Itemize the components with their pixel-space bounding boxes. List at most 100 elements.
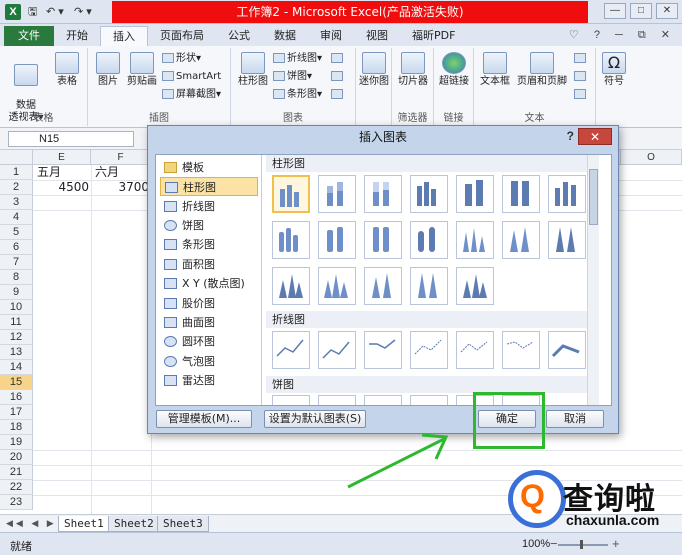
chart-type-surface[interactable]: 曲面图 — [160, 313, 258, 332]
table-button[interactable]: 表格 — [50, 52, 84, 88]
zoom-in-button[interactable]: + — [612, 536, 620, 551]
sheet-tab-1[interactable]: Sheet1 — [58, 516, 110, 532]
3d-cylinder-thumb[interactable] — [410, 221, 448, 259]
chart-type-bar[interactable]: 条形图 — [160, 235, 258, 254]
clipart-button[interactable]: 剪贴画 — [124, 52, 160, 88]
sparkline-button[interactable]: 迷你图 — [358, 52, 390, 88]
hyperlink-button[interactable]: 超链接 — [436, 52, 472, 88]
zoom-slider-thumb[interactable] — [580, 540, 583, 549]
row-header[interactable]: 2 — [0, 180, 33, 195]
tab-file[interactable]: 文件 — [4, 26, 54, 46]
column-header-o[interactable]: O — [621, 150, 682, 165]
3d-clustered-column-thumb[interactable] — [410, 175, 448, 213]
row-header[interactable]: 19 — [0, 435, 33, 450]
tab-foxit-pdf[interactable]: 福昕PDF — [400, 26, 467, 46]
tab-insert[interactable]: 插入 — [100, 26, 148, 46]
3d-cone-thumb[interactable] — [272, 267, 310, 305]
column-header-f[interactable]: F — [91, 150, 151, 165]
row-header[interactable]: 10 — [0, 300, 33, 315]
pie-thumb[interactable] — [272, 395, 310, 405]
bar-chart-button[interactable]: 条形图▾ — [273, 88, 322, 102]
sheet-tab-2[interactable]: Sheet2 — [108, 516, 160, 532]
dialog-close-button[interactable]: ✕ — [578, 128, 612, 145]
gallery-scrollbar[interactable] — [587, 155, 599, 405]
line-thumb[interactable] — [272, 331, 310, 369]
maximize-button[interactable]: □ — [630, 3, 652, 19]
area-chart-button[interactable] — [331, 52, 345, 66]
undo-button[interactable]: ↶ ▾ — [46, 4, 64, 20]
row-header[interactable]: 4 — [0, 210, 33, 225]
zoom-out-button[interactable]: − — [550, 536, 558, 551]
row-header[interactable]: 3 — [0, 195, 33, 210]
row-header[interactable]: 16 — [0, 390, 33, 405]
minimize-button[interactable]: — — [604, 3, 626, 19]
chart-type-pie[interactable]: 饼图 — [160, 216, 258, 235]
row-header[interactable]: 14 — [0, 360, 33, 375]
chart-type-stock[interactable]: 股价图 — [160, 294, 258, 313]
cancel-button[interactable]: 取消 — [546, 410, 604, 428]
percent-line-thumb[interactable] — [364, 331, 402, 369]
pie-chart-button[interactable]: 饼图▾ — [273, 70, 312, 84]
percent-cylinder-thumb[interactable] — [364, 221, 402, 259]
manage-templates-button[interactable]: 管理模板(M)... — [156, 410, 252, 428]
chart-type-area[interactable]: 面积图 — [160, 255, 258, 274]
chart-type-bubble[interactable]: 气泡图 — [160, 352, 258, 371]
object-button[interactable] — [574, 88, 588, 102]
slicer-button[interactable]: 切片器 — [394, 52, 432, 88]
3d-percent-column-thumb[interactable] — [502, 175, 540, 213]
row-header[interactable]: 18 — [0, 420, 33, 435]
stacked-cylinder-thumb[interactable] — [318, 221, 356, 259]
chart-type-column[interactable]: 柱形图 — [160, 177, 258, 196]
percent-stacked-column-thumb[interactable] — [364, 175, 402, 213]
symbol-button[interactable]: Ω 符号 — [598, 52, 630, 88]
line-markers-thumb[interactable] — [410, 331, 448, 369]
tab-home[interactable]: 开始 — [54, 26, 100, 46]
row-header[interactable]: 11 — [0, 315, 33, 330]
chart-type-doughnut[interactable]: 圆环图 — [160, 332, 258, 351]
row-header[interactable]: 5 — [0, 225, 33, 240]
percent-line-markers-thumb[interactable] — [502, 331, 540, 369]
gallery-scrollbar-thumb[interactable] — [589, 169, 598, 225]
select-all-corner[interactable] — [0, 150, 33, 165]
help-icon[interactable]: ? — [567, 129, 574, 143]
clustered-column-thumb[interactable] — [272, 175, 310, 213]
shapes-button[interactable]: 形状▾ — [162, 52, 201, 66]
other-chart-button[interactable] — [331, 88, 345, 102]
row-header[interactable]: 9 — [0, 285, 33, 300]
zoom-level[interactable]: 100% — [522, 538, 550, 550]
row-header[interactable]: 1 — [0, 165, 33, 180]
clustered-cylinder-thumb[interactable] — [272, 221, 310, 259]
pie-of-pie-thumb[interactable] — [364, 395, 402, 405]
column-header-e[interactable]: E — [33, 150, 91, 165]
cell-f1[interactable]: 六月 — [95, 165, 119, 180]
signature-button[interactable] — [574, 70, 588, 84]
smartart-button[interactable]: SmartArt — [162, 70, 221, 84]
row-header[interactable]: 22 — [0, 480, 33, 495]
cell-e2[interactable]: 4500 — [33, 180, 89, 195]
chart-type-line[interactable]: 折线图 — [160, 197, 258, 216]
3d-column-thumb[interactable] — [548, 175, 586, 213]
row-header[interactable]: 21 — [0, 465, 33, 480]
scatter-chart-button[interactable] — [331, 70, 345, 84]
row-header[interactable]: 17 — [0, 405, 33, 420]
row-header[interactable]: 6 — [0, 240, 33, 255]
row-header[interactable]: 20 — [0, 450, 33, 465]
tab-formulas[interactable]: 公式 — [216, 26, 262, 46]
line-chart-button[interactable]: 折线图▾ — [273, 52, 322, 66]
picture-button[interactable]: 图片 — [92, 52, 124, 88]
save-icon[interactable]: 🖫 — [28, 4, 37, 20]
row-header[interactable]: 23 — [0, 495, 33, 510]
redo-button[interactable]: ↷ ▾ — [74, 4, 92, 20]
chart-type-templates[interactable]: 模板 — [160, 158, 258, 177]
name-box[interactable]: N15 — [8, 131, 134, 147]
cell-e1[interactable]: 五月 — [37, 165, 61, 180]
stacked-pyramid-thumb[interactable] — [364, 267, 402, 305]
clustered-pyramid-thumb[interactable] — [318, 267, 356, 305]
exploded-pie-thumb[interactable] — [410, 395, 448, 405]
chart-type-radar[interactable]: 雷达图 — [160, 371, 258, 390]
wordart-button[interactable] — [574, 52, 588, 66]
column-chart-button[interactable]: 柱形图 — [235, 52, 271, 88]
percent-pyramid-thumb[interactable] — [410, 267, 448, 305]
screenshot-button[interactable]: 屏幕截图▾ — [162, 88, 221, 102]
row-header[interactable]: 13 — [0, 345, 33, 360]
